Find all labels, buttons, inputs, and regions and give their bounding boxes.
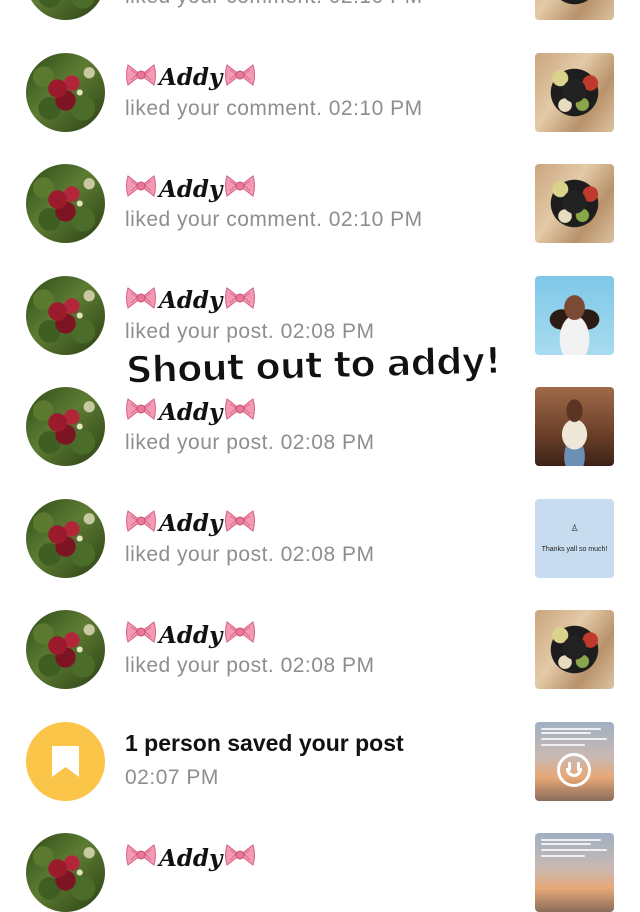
username[interactable]: Addy xyxy=(125,395,256,429)
ribbon-bow-icon xyxy=(224,842,256,874)
username-text: Addy xyxy=(159,64,223,91)
figure-icon: ♙ xyxy=(570,523,579,533)
username[interactable]: Addy xyxy=(125,284,256,318)
ribbon-bow-icon xyxy=(125,62,157,94)
ribbon-bow-icon xyxy=(224,619,256,651)
username-text: Addy xyxy=(159,398,223,426)
notifications-list: Addy liked your comment. 02:10 PM Addy l… xyxy=(0,0,640,912)
ribbon-bow-icon xyxy=(224,62,256,94)
caption-line xyxy=(541,743,585,746)
caption-line xyxy=(541,839,601,841)
ribbon-bow-icon xyxy=(125,619,157,651)
notification-row-like[interactable]: Addy liked your post. 02:08 PM ♙ Thanks ya… xyxy=(0,447,640,578)
thumbnail-caption: Thanks yall so much! xyxy=(541,546,608,553)
notification-row-like[interactable]: Addy liked your comment. 02:10 PM xyxy=(0,112,640,243)
username-text: Addy xyxy=(159,510,223,537)
username[interactable]: Addy xyxy=(125,841,256,875)
caption-line xyxy=(541,855,585,857)
notification-row-save[interactable]: 1 person saved your post 02:07 PM xyxy=(0,670,640,801)
ribbon-bow-icon xyxy=(224,396,256,428)
caption-line xyxy=(541,849,607,851)
ribbon-bow-icon xyxy=(224,173,256,205)
notification-row-like[interactable]: Addy liked your post. 02:08 PM xyxy=(0,558,640,689)
ribbon-bow-icon xyxy=(224,508,256,540)
username[interactable]: Addy xyxy=(125,507,256,541)
notification-title: 1 person saved your post xyxy=(125,729,404,756)
ribbon-bow-icon xyxy=(125,173,157,205)
post-thumbnail[interactable] xyxy=(535,833,614,912)
username-text: Addy xyxy=(159,621,223,649)
username[interactable]: Addy xyxy=(125,618,256,652)
ribbon-bow-icon xyxy=(125,842,157,874)
ribbon-bow-icon xyxy=(125,285,157,317)
username-text: Addy xyxy=(159,287,223,314)
username-text: Addy xyxy=(159,844,223,872)
caption-line xyxy=(541,727,601,730)
username[interactable]: Addy xyxy=(125,172,256,206)
avatar[interactable] xyxy=(26,833,105,912)
ribbon-bow-icon xyxy=(125,396,157,428)
username[interactable]: Addy xyxy=(125,61,256,95)
notification-row-like[interactable]: Addy liked your post. 02:08 PM xyxy=(0,224,640,355)
notification-row-like[interactable]: Addy liked your comment. 02:10 PM xyxy=(0,1,640,132)
caption-line xyxy=(541,737,607,740)
notification-row-like[interactable]: Addy xyxy=(0,781,640,912)
ribbon-bow-icon xyxy=(224,285,256,317)
caption-line xyxy=(541,843,591,845)
ribbon-bow-icon xyxy=(125,508,157,540)
username-text: Addy xyxy=(159,175,223,203)
caption-line xyxy=(541,731,591,734)
